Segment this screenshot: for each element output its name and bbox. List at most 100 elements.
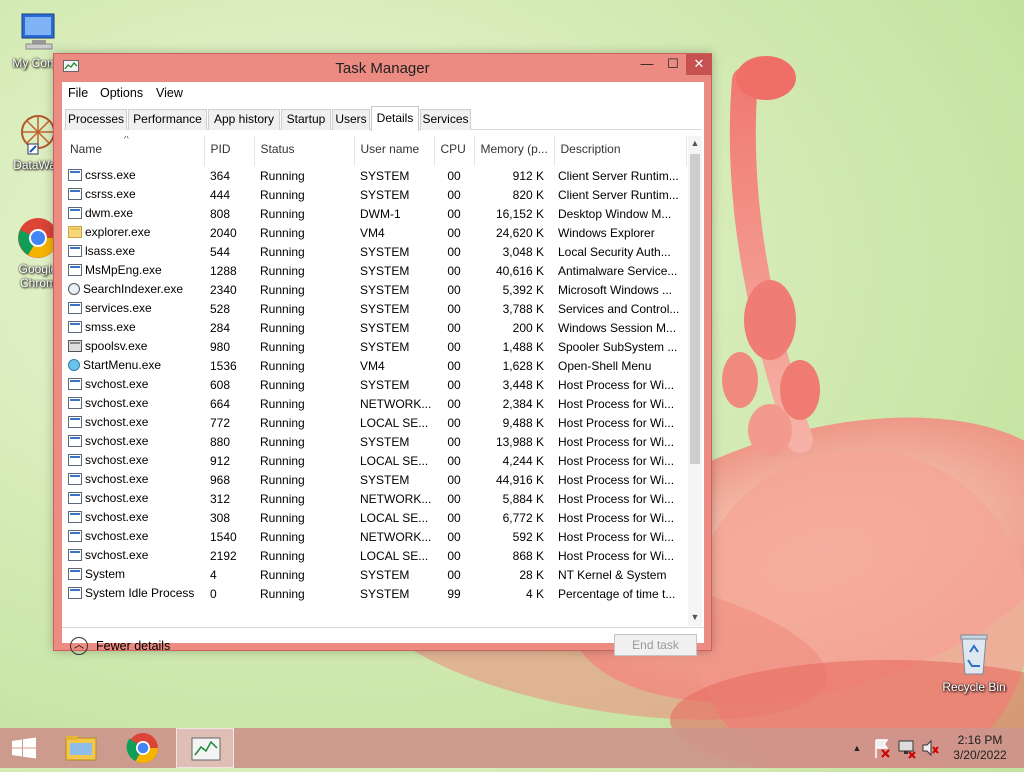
table-row[interactable]: svchost.exe 664 Running NETWORK... 00 2,384 K… xyxy=(64,394,686,413)
window-title: Task Manager xyxy=(335,60,430,77)
process-app-icon xyxy=(68,301,82,314)
table-row[interactable]: svchost.exe 912 Running LOCAL SE... 00 4,244 … xyxy=(64,451,686,470)
action-center-flag-icon[interactable] xyxy=(872,728,892,768)
title-bar[interactable]: Task Manager — ☐ ✕ xyxy=(54,54,712,82)
desktop-icon-label: Recycle Bin xyxy=(942,680,1006,694)
table-row[interactable]: explorer.exe 2040 Running VM4 00 24,620 K Wind… xyxy=(64,223,686,242)
cell-description: Host Process for Wi... xyxy=(558,377,675,392)
scroll-down-arrow-icon[interactable]: ▼ xyxy=(688,610,702,624)
table-row[interactable]: svchost.exe 608 Running SYSTEM 00 3,448 K Host… xyxy=(64,375,686,394)
table-row[interactable]: dwm.exe 808 Running DWM-1 00 16,152 K Desktop … xyxy=(64,204,686,223)
cell-cpu: 00 xyxy=(447,415,461,430)
cell-pid: 2192 xyxy=(210,548,237,563)
cell-name: svchost.exe xyxy=(64,546,204,565)
table-row[interactable]: svchost.exe 2192 Running LOCAL SE... 00 868 K… xyxy=(64,546,686,565)
column-header-cpu[interactable]: CPU xyxy=(434,136,475,166)
process-name: svchost.exe xyxy=(85,395,149,410)
cell-cpu: 00 xyxy=(447,529,461,544)
table-row[interactable]: smss.exe 284 Running SYSTEM 00 200 K Windows S… xyxy=(64,318,686,337)
cell-status: Running xyxy=(260,206,305,221)
process-app-icon xyxy=(68,206,82,219)
tab-services[interactable]: Services xyxy=(420,109,471,130)
tab-app-history[interactable]: App history xyxy=(208,109,280,130)
cell-description: Host Process for Wi... xyxy=(558,529,675,544)
process-name: explorer.exe xyxy=(85,224,151,239)
cell-memory: 44,916 K xyxy=(495,472,544,487)
close-button[interactable]: ✕ xyxy=(686,54,712,75)
maximize-button[interactable]: ☐ xyxy=(660,54,686,75)
fewer-details-button[interactable]: ︿ Fewer details xyxy=(70,637,170,655)
table-row[interactable]: svchost.exe 772 Running LOCAL SE... 00 9,488 … xyxy=(64,413,686,432)
tab-users[interactable]: Users xyxy=(332,109,370,130)
cell-status: Running xyxy=(260,168,305,183)
network-icon[interactable] xyxy=(896,728,918,768)
cell-memory: 820 K xyxy=(512,187,544,202)
column-header-status[interactable]: Status xyxy=(254,136,355,166)
table-row[interactable]: csrss.exe 444 Running SYSTEM 00 820 K Client S… xyxy=(64,185,686,204)
tab-processes[interactable]: Processes xyxy=(65,109,127,130)
tab-performance[interactable]: Performance xyxy=(128,109,207,130)
table-row[interactable]: StartMenu.exe 1536 Running VM4 00 1,628 K Open… xyxy=(64,356,686,375)
table-row[interactable]: svchost.exe 968 Running SYSTEM 00 44,916 K Hos… xyxy=(64,470,686,489)
taskbar-task-manager-button[interactable] xyxy=(176,728,234,768)
cell-status: Running xyxy=(260,320,305,335)
table-row[interactable]: MsMpEng.exe 1288 Running SYSTEM 00 40,616 K An… xyxy=(64,261,686,280)
window-client-area: File Options View Processes Performance … xyxy=(62,82,704,656)
cell-name: svchost.exe xyxy=(64,527,204,546)
tab-details[interactable]: Details xyxy=(371,106,419,131)
cell-user-name: SYSTEM xyxy=(360,567,410,582)
cell-name: svchost.exe xyxy=(64,508,204,527)
end-task-button[interactable]: End task xyxy=(614,634,697,656)
cell-name: lsass.exe xyxy=(64,242,204,261)
cell-user-name: DWM-1 xyxy=(360,206,401,221)
scroll-up-arrow-icon[interactable]: ▲ xyxy=(688,136,702,150)
scrollbar-thumb[interactable] xyxy=(690,154,700,464)
column-header-user-name[interactable]: User name xyxy=(354,136,435,166)
process-app-icon xyxy=(68,586,82,599)
tab-startup[interactable]: Startup xyxy=(281,109,331,130)
table-row[interactable]: spoolsv.exe 980 Running SYSTEM 00 1,488 K Spoo… xyxy=(64,337,686,356)
taskbar-clock[interactable]: 2:16 PM 3/20/2022 xyxy=(944,733,1016,763)
cell-memory: 1,628 K xyxy=(502,358,544,373)
table-row[interactable]: svchost.exe 312 Running NETWORK... 00 5,884 K… xyxy=(64,489,686,508)
minimize-button[interactable]: — xyxy=(634,54,660,75)
cell-memory: 28 K xyxy=(519,567,544,582)
table-row[interactable]: svchost.exe 308 Running LOCAL SE... 00 6,772 … xyxy=(64,508,686,527)
chrome-icon[interactable] xyxy=(124,728,162,768)
vertical-scrollbar[interactable]: ▲ ▼ xyxy=(688,136,702,626)
menu-view[interactable]: View xyxy=(156,86,183,100)
taskbar: ▲ 2:16 PM 3/20/2022 xyxy=(0,728,1024,768)
cell-status: Running xyxy=(260,263,305,278)
table-row[interactable]: SearchIndexer.exe 2340 Running SYSTEM 00 5,39… xyxy=(64,280,686,299)
process-app-icon xyxy=(68,529,82,542)
column-header-memory[interactable]: Memory (p... xyxy=(474,136,555,166)
cell-description: Host Process for Wi... xyxy=(558,510,675,525)
table-row[interactable]: lsass.exe 544 Running SYSTEM 00 3,048 K Local … xyxy=(64,242,686,261)
column-header-pid[interactable]: PID xyxy=(204,136,255,166)
cell-cpu: 00 xyxy=(447,453,461,468)
cell-description: Host Process for Wi... xyxy=(558,415,675,430)
cell-memory: 2,384 K xyxy=(502,396,544,411)
file-explorer-icon[interactable] xyxy=(62,728,100,768)
cell-pid: 772 xyxy=(210,415,231,430)
process-name: svchost.exe xyxy=(85,509,149,524)
table-row[interactable]: svchost.exe 880 Running SYSTEM 00 13,988 K Hos… xyxy=(64,432,686,451)
menu-file[interactable]: File xyxy=(68,86,88,100)
column-header-description[interactable]: Description xyxy=(554,136,687,166)
cell-pid: 880 xyxy=(210,434,231,449)
start-icon[interactable] xyxy=(8,728,40,768)
table-row[interactable]: System Idle Process 0 Running SYSTEM 99 4 K Pe… xyxy=(64,584,686,603)
desktop-icon-recycle-bin[interactable]: Recycle Bin xyxy=(936,630,1012,694)
cell-user-name: LOCAL SE... xyxy=(360,510,429,525)
table-row[interactable]: System 4 Running SYSTEM 00 28 K NT Kernel & Sy… xyxy=(64,565,686,584)
menu-options[interactable]: Options xyxy=(100,86,143,100)
process-app-icon xyxy=(68,453,82,466)
table-row[interactable]: csrss.exe 364 Running SYSTEM 00 912 K Client S… xyxy=(64,166,686,185)
cell-memory: 200 K xyxy=(512,320,544,335)
table-row[interactable]: svchost.exe 1540 Running NETWORK... 00 592 K H… xyxy=(64,527,686,546)
volume-muted-icon[interactable] xyxy=(920,728,940,768)
table-row[interactable]: services.exe 528 Running SYSTEM 00 3,788 K Ser… xyxy=(64,299,686,318)
column-header-name[interactable]: Name ^ xyxy=(64,136,205,166)
cell-description: Services and Control... xyxy=(558,301,680,316)
show-hidden-icons-chevron-icon[interactable]: ▲ xyxy=(850,728,864,768)
